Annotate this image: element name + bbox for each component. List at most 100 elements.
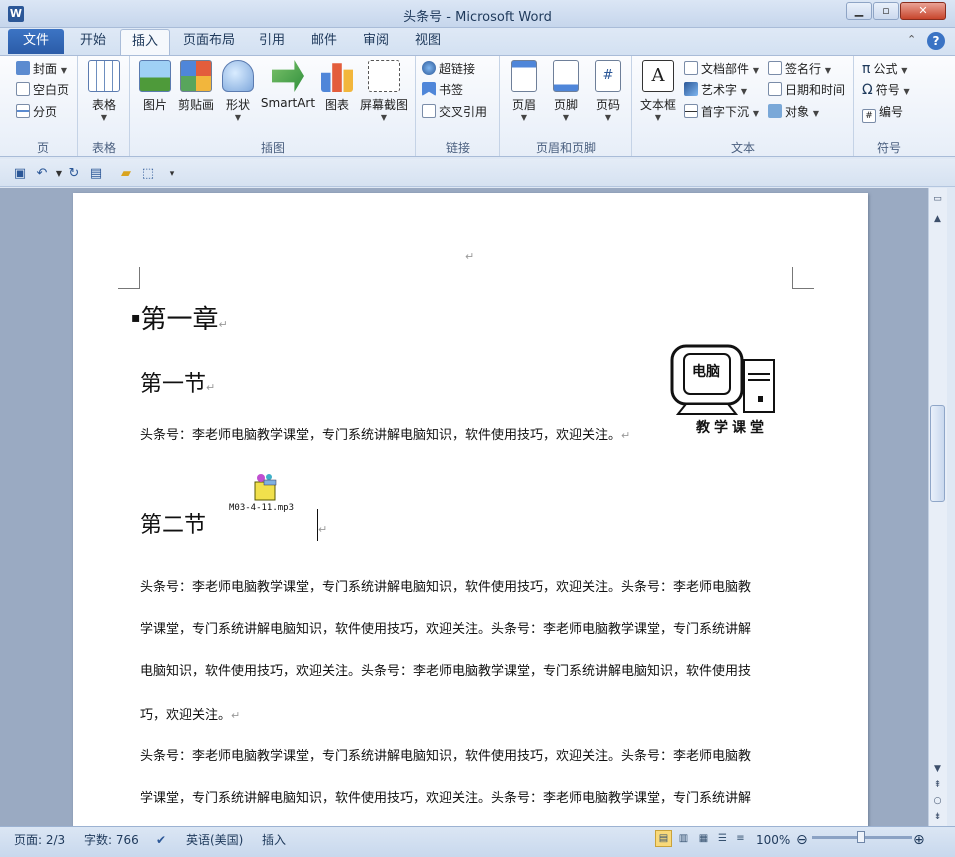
paragraph-mark: ↵ bbox=[318, 523, 328, 536]
group-label-text: 文本 bbox=[730, 141, 755, 155]
previous-page-icon[interactable]: ⇞ bbox=[930, 778, 945, 792]
scrollbar-thumb[interactable] bbox=[930, 405, 945, 502]
open-folder-icon[interactable]: ▰ bbox=[118, 166, 134, 182]
shapes-button[interactable]: 形状 ▼ bbox=[220, 60, 256, 122]
dropdown-arrow-icon: ▼ bbox=[60, 66, 67, 75]
zoom-out-icon[interactable]: ⊖ bbox=[796, 831, 808, 849]
object-icon bbox=[768, 104, 782, 118]
object-button[interactable]: 对象 ▼ bbox=[768, 102, 819, 122]
full-screen-reading-icon[interactable]: ▥ bbox=[675, 830, 692, 847]
clip-art-button[interactable]: 剪贴画 bbox=[176, 60, 216, 113]
dropdown-arrow-icon: ▼ bbox=[824, 66, 831, 75]
dropdown-arrow-icon: ▼ bbox=[903, 87, 910, 96]
group-label-links: 链接 bbox=[445, 141, 470, 155]
draft-view-icon[interactable]: ≡ bbox=[732, 830, 749, 847]
picture-button[interactable]: 图片 bbox=[136, 60, 174, 113]
tab-page-layout[interactable]: 页面布局 bbox=[176, 29, 242, 55]
print-layout-icon[interactable]: ▤ bbox=[88, 166, 104, 182]
bullet-dot-icon: ▪ bbox=[131, 310, 141, 326]
drop-cap-icon bbox=[684, 104, 698, 118]
table-button[interactable]: 表格 ▼ bbox=[82, 60, 126, 122]
hyperlink-button[interactable]: 超链接 bbox=[422, 59, 475, 79]
equation-button[interactable]: π 公式 ▼ bbox=[862, 59, 907, 79]
undo-icon[interactable]: ↶ bbox=[34, 166, 50, 182]
header-icon bbox=[511, 60, 537, 92]
numbering-button[interactable]: # 编号 bbox=[862, 102, 903, 123]
page-break-icon bbox=[16, 104, 30, 118]
status-bar bbox=[0, 826, 955, 857]
signature-line-button[interactable]: 签名行 ▼ bbox=[768, 59, 831, 79]
outline-view-icon[interactable]: ☰ bbox=[714, 830, 731, 847]
ruler-toggle-icon[interactable]: ▭ bbox=[930, 192, 945, 206]
word-count-status[interactable]: 字数: 766 bbox=[84, 831, 139, 849]
scroll-up-arrow-icon[interactable]: ▲ bbox=[930, 212, 945, 226]
page-break-button[interactable]: 分页 bbox=[16, 102, 57, 122]
web-layout-icon[interactable]: ▦ bbox=[695, 830, 712, 847]
blank-page-button[interactable]: 空白页 bbox=[16, 80, 69, 100]
close-button[interactable]: ✕ bbox=[900, 2, 946, 20]
undo-dropdown-icon[interactable]: ▼ bbox=[51, 166, 67, 182]
scroll-down-arrow-icon[interactable]: ▼ bbox=[930, 762, 945, 776]
insert-mode-status[interactable]: 插入 bbox=[262, 831, 286, 849]
body-paragraph-1[interactable]: 头条号：李老师电脑教学课堂，专门系统讲解电脑知识，软件使用技巧，欢迎关注。↵ bbox=[140, 426, 630, 446]
cover-page-button[interactable]: 封面 ▼ bbox=[16, 59, 67, 79]
body-line[interactable]: 学课堂，专门系统讲解电脑知识，软件使用技巧，欢迎关注。头条号：李老师电脑教学课堂… bbox=[140, 620, 751, 640]
chapter-heading[interactable]: ▪第一章↵ bbox=[131, 302, 228, 341]
redo-icon[interactable]: ↻ bbox=[66, 166, 82, 182]
chart-button[interactable]: 图表 bbox=[318, 60, 356, 113]
footer-button[interactable]: 页脚 ▼ bbox=[548, 60, 584, 122]
proofing-icon[interactable]: ✔ bbox=[156, 831, 166, 849]
tab-home[interactable]: 开始 bbox=[70, 29, 116, 55]
dropdown-arrow-icon: ▼ bbox=[752, 66, 759, 75]
bookmark-button[interactable]: 书签 bbox=[422, 80, 463, 100]
vertical-scrollbar[interactable] bbox=[928, 188, 947, 826]
tab-mailings[interactable]: 邮件 bbox=[302, 29, 346, 55]
dropdown-arrow-icon: ▼ bbox=[520, 113, 528, 122]
maximize-button[interactable]: ▫ bbox=[873, 2, 899, 20]
text-box-icon: A bbox=[642, 60, 674, 92]
page-count-status[interactable]: 页面: 2/3 bbox=[14, 831, 65, 849]
help-icon[interactable]: ? bbox=[927, 32, 945, 50]
tab-review[interactable]: 审阅 bbox=[354, 29, 398, 55]
dropdown-arrow-icon: ▼ bbox=[604, 113, 612, 122]
browse-object-icon[interactable]: ○ bbox=[930, 794, 945, 808]
header-button[interactable]: 页眉 ▼ bbox=[506, 60, 542, 122]
tab-file[interactable]: 文件 bbox=[8, 29, 64, 54]
attachment-filename[interactable]: M03-4-11.mp3 bbox=[229, 503, 294, 513]
ribbon-minimize-icon[interactable]: ⌃ bbox=[907, 33, 921, 46]
body-line[interactable]: 巧，欢迎关注。↵ bbox=[140, 706, 240, 726]
select-objects-icon[interactable]: ⬚ bbox=[140, 166, 156, 182]
zoom-in-icon[interactable]: ⊕ bbox=[913, 831, 925, 849]
audio-package-icon[interactable] bbox=[252, 472, 280, 502]
drop-cap-button[interactable]: 首字下沉 ▼ bbox=[684, 102, 759, 122]
next-page-icon[interactable]: ⇟ bbox=[930, 810, 945, 824]
quick-parts-button[interactable]: 文档部件 ▼ bbox=[684, 59, 759, 79]
section-heading-2[interactable]: 第二节 bbox=[140, 512, 206, 540]
wordart-button[interactable]: 艺术字 ▼ bbox=[684, 80, 747, 100]
dropdown-arrow-icon: ▼ bbox=[562, 113, 570, 122]
body-line[interactable]: 头条号：李老师电脑教学课堂，专门系统讲解电脑知识，软件使用技巧，欢迎关注。头条号… bbox=[140, 578, 751, 598]
dropdown-arrow-icon: ▼ bbox=[901, 66, 908, 75]
save-icon[interactable]: ▣ bbox=[12, 166, 28, 182]
cross-reference-button[interactable]: 交叉引用 bbox=[422, 102, 487, 122]
tab-view[interactable]: 视图 bbox=[406, 29, 450, 55]
tab-references[interactable]: 引用 bbox=[250, 29, 294, 55]
zoom-level[interactable]: 100% bbox=[756, 831, 790, 849]
computer-class-logo[interactable]: 电脑 教学课堂 bbox=[668, 344, 778, 440]
zoom-slider-thumb[interactable] bbox=[857, 831, 865, 843]
symbol-button[interactable]: Ω 符号 ▼ bbox=[862, 80, 910, 100]
body-line[interactable]: 学课堂，专门系统讲解电脑知识，软件使用技巧，欢迎关注。头条号：李老师电脑教学课堂… bbox=[140, 789, 751, 809]
screenshot-button[interactable]: 屏幕截图 ▼ bbox=[358, 60, 410, 122]
minimize-button[interactable]: ▁ bbox=[846, 2, 872, 20]
date-time-button[interactable]: 日期和时间 bbox=[768, 80, 845, 100]
smartart-button[interactable]: SmartArt bbox=[260, 60, 316, 110]
body-line[interactable]: 头条号：李老师电脑教学课堂，专门系统讲解电脑知识，软件使用技巧，欢迎关注。头条号… bbox=[140, 747, 751, 767]
text-box-button[interactable]: A 文本框 ▼ bbox=[636, 60, 680, 122]
customize-qat-icon[interactable]: ▾ bbox=[164, 166, 180, 182]
page-number-button[interactable]: # 页码 ▼ bbox=[590, 60, 626, 122]
print-layout-view-icon[interactable]: ▤ bbox=[655, 830, 672, 847]
body-line[interactable]: 电脑知识，软件使用技巧，欢迎关注。头条号：李老师电脑教学课堂，专门系统讲解电脑知… bbox=[140, 662, 751, 682]
section-heading-1[interactable]: 第一节↵ bbox=[140, 371, 215, 402]
language-status[interactable]: 英语(美国) bbox=[186, 831, 243, 849]
tab-insert[interactable]: 插入 bbox=[120, 29, 170, 55]
